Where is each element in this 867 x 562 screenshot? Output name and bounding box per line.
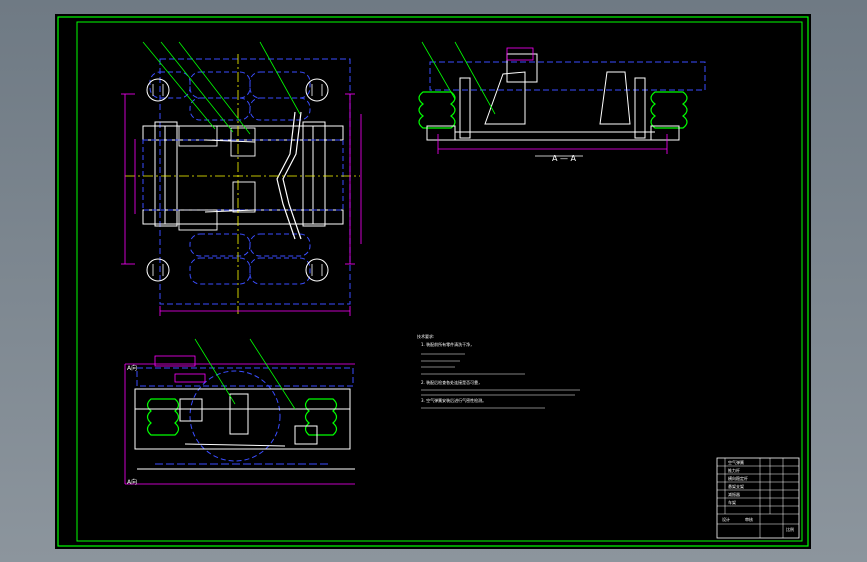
- title-row-5: 减振器: [728, 491, 740, 497]
- title-row-3: 横向稳定杆: [728, 475, 748, 481]
- drawing-sheet: A — A A向 A向 技术要求: 1. 装配前所有零件清洗干净， 2. 装配后…: [55, 14, 811, 549]
- title-design: 设计: [722, 516, 730, 522]
- title-block: 空气弹簧 推力杆 横向稳定杆 悬架支架 减振器 车架 设计 审核 比例: [716, 457, 800, 539]
- inner-border: [76, 21, 803, 542]
- plan-view: [121, 41, 362, 316]
- title-scale: 比例: [786, 526, 794, 532]
- view-label-bottom: A向: [127, 478, 137, 486]
- side-view: A — A: [418, 41, 706, 163]
- title-review: 审核: [745, 516, 753, 522]
- tech-line-2: 2. 装配后检查各处连接是否可靠，: [421, 379, 482, 385]
- tech-line-1: 1. 装配前所有零件清洗干净，: [421, 341, 474, 347]
- tech-requirements: 技术要求: 1. 装配前所有零件清洗干净， 2. 装配后检查各处连接是否可靠， …: [417, 333, 580, 409]
- title-row-4: 悬架支架: [728, 483, 744, 489]
- view-label-top: A向: [127, 364, 137, 372]
- title-row-2: 推力杆: [728, 467, 740, 473]
- elevation-view: A向 A向: [124, 338, 355, 486]
- title-row-1: 空气弹簧: [728, 459, 744, 465]
- outer-border: [57, 16, 809, 547]
- title-row-6: 车架: [728, 499, 736, 505]
- tech-line-3: 3. 空气弹簧安装后进行气密性检测。: [421, 397, 486, 403]
- tech-heading: 技术要求:: [417, 333, 434, 339]
- section-label: A — A: [552, 154, 577, 163]
